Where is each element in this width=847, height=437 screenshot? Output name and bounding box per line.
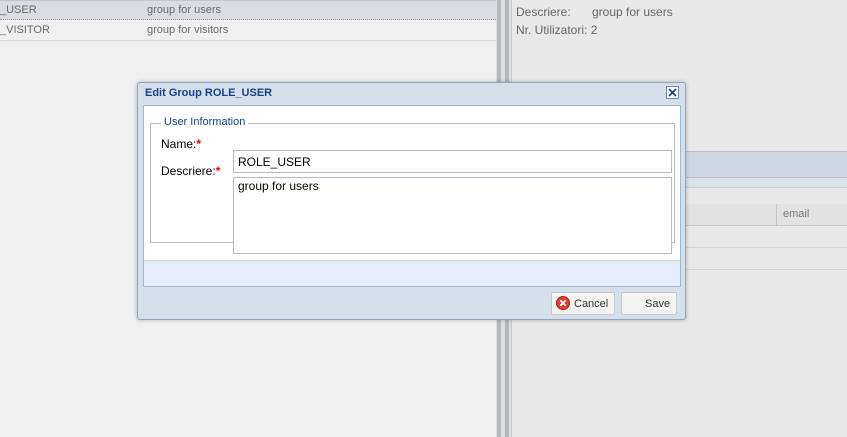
dialog-body: User Information Name:* Descriere:* grou… — [143, 105, 681, 287]
detail-description-label: Descriere: — [516, 5, 571, 19]
detail-users-label: Nr. Utilizatori: — [516, 23, 588, 37]
required-marker: * — [196, 137, 202, 151]
description-label: Descriere:* — [161, 164, 220, 178]
cancel-icon — [556, 296, 570, 310]
save-button-label: Save — [645, 298, 671, 310]
dialog-footer-strip — [144, 260, 680, 286]
close-icon — [668, 88, 677, 97]
table-row[interactable]: _USER group for users — [0, 0, 496, 20]
detail-users-count: Nr. Utilizatori: 2 — [516, 23, 597, 37]
cancel-button[interactable]: Cancel — [551, 292, 615, 315]
fieldset-legend: User Information — [161, 116, 249, 128]
cancel-button-label: Cancel — [574, 298, 609, 310]
name-label: Name:* — [161, 137, 201, 151]
group-description-cell: group for users — [147, 4, 221, 16]
group-form: User Information Name:* Descriere:* grou… — [144, 106, 680, 260]
group-description-cell: group for visitors — [147, 24, 229, 36]
table-row[interactable]: _VISITOR group for visitors — [0, 21, 496, 41]
name-label-text: Name: — [161, 137, 197, 151]
required-marker: * — [215, 164, 221, 178]
description-field[interactable]: group for users — [233, 177, 672, 254]
name-field[interactable] — [233, 150, 672, 173]
detail-description: Descriere: group for users — [516, 5, 673, 19]
column-separator[interactable] — [776, 204, 777, 226]
save-button[interactable]: Save — [621, 292, 677, 315]
group-name-cell: _VISITOR — [0, 24, 50, 36]
dialog-header[interactable]: Edit Group ROLE_USER — [138, 83, 685, 105]
group-name-cell: _USER — [0, 4, 37, 16]
description-label-text: Descriere: — [161, 164, 216, 178]
dialog-title: Edit Group ROLE_USER — [145, 87, 273, 99]
detail-users-value: 2 — [590, 23, 598, 37]
detail-description-value: group for users — [592, 5, 673, 19]
edit-group-dialog: Edit Group ROLE_USER User Information Na… — [137, 82, 686, 320]
close-button[interactable] — [666, 86, 679, 99]
column-header-email[interactable]: email — [783, 208, 809, 220]
user-information-fieldset: User Information Name:* Descriere:* grou… — [150, 116, 675, 254]
